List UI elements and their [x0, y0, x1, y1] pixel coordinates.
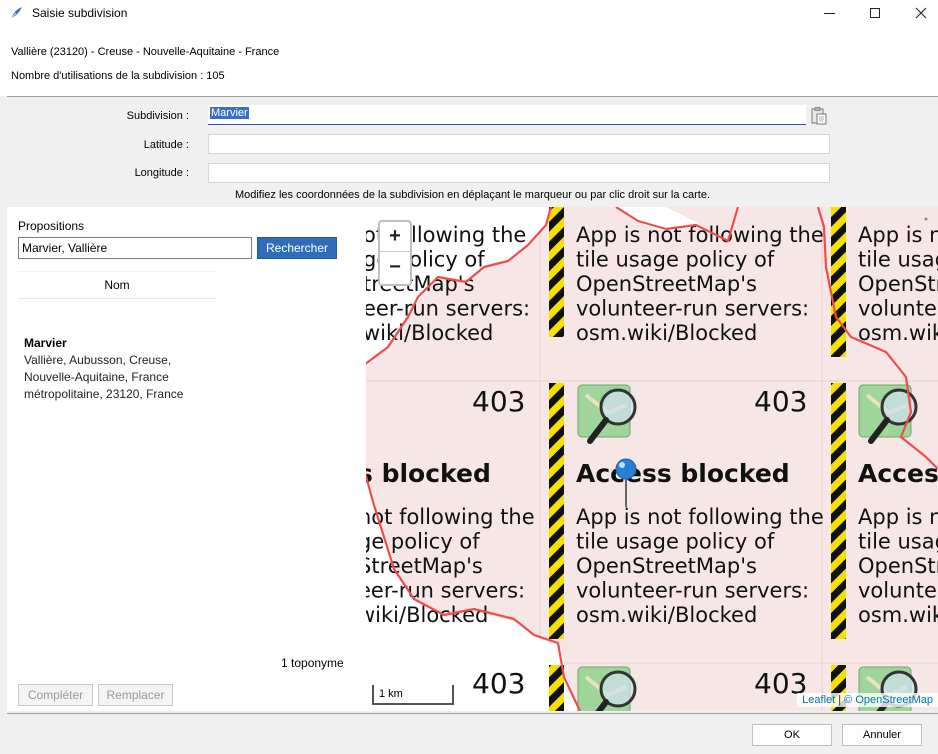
- window-title: Saisie subdivision: [32, 6, 128, 20]
- attribution-separator: |: [838, 694, 842, 706]
- zoom-in-button[interactable]: +: [380, 222, 410, 252]
- tile-message-text: osm.wiki/Blocked: [576, 603, 757, 627]
- tile-message-text: osm.wiki/Blocked: [576, 321, 757, 345]
- tile-message-text: volunte: [858, 297, 937, 321]
- map-dot: [924, 217, 928, 221]
- tile-message-text: OpenStreetMap's: [576, 272, 757, 296]
- zoom-out-button[interactable]: −: [380, 252, 410, 282]
- column-header-name[interactable]: Nom: [18, 271, 216, 299]
- tile-message-text: App is not: [858, 505, 938, 529]
- map-attribution: Leaflet | © OpenStreetMap: [797, 693, 938, 707]
- tile-message-text: OpenStr: [858, 554, 938, 578]
- subdivision-input[interactable]: Marvier: [208, 105, 806, 125]
- tile-message-text: not following the: [366, 505, 535, 529]
- complete-button[interactable]: Compléter: [18, 684, 93, 706]
- tile-heading-text: Access blocked: [576, 459, 790, 488]
- tile-message-text: StreetMap's: [366, 554, 483, 578]
- title-bar: Saisie subdivision: [0, 0, 938, 26]
- tile-message-text: wiki/Blocked: [366, 321, 493, 345]
- propositions-panel: Propositions Marvier, Vallière Recherche…: [7, 207, 366, 711]
- zoom-control: + −: [378, 220, 412, 286]
- result-title: Marvier: [24, 336, 67, 350]
- hazard-stripe: [549, 665, 564, 711]
- tile-message-text: tile usag: [858, 248, 938, 272]
- map-view[interactable]: ot following the ge policy of treetMap's ee…: [366, 207, 938, 711]
- close-icon: [915, 7, 927, 19]
- replace-button[interactable]: Remplacer: [98, 684, 173, 706]
- map-hint-text: Modifiez les coordonnées de la subdivisi…: [234, 189, 711, 201]
- tile-message-text: volunte: [858, 579, 937, 603]
- hazard-stripe: [549, 207, 564, 337]
- tile-message-text: osm.wiki: [858, 603, 938, 627]
- minimize-button[interactable]: [806, 0, 852, 26]
- hazard-stripe: [549, 383, 564, 639]
- subdivision-selected-text: Marvier: [210, 107, 249, 119]
- search-input[interactable]: Marvier, Vallière: [18, 237, 252, 259]
- location-text: Vallière (23120) - Creuse - Nouvelle-Aqu…: [11, 46, 280, 58]
- maximize-icon: [870, 8, 880, 18]
- minimize-icon: [823, 12, 835, 14]
- tile-message-text: volunteer-run servers:: [576, 579, 809, 603]
- ok-button[interactable]: OK: [752, 724, 832, 746]
- tile-heading-text: Access: [858, 459, 938, 488]
- tile-message-text: OpenStr: [858, 272, 938, 296]
- app-feather-icon: [10, 7, 22, 20]
- tile-message-text: osm.wiki: [858, 321, 938, 345]
- close-button[interactable]: [898, 0, 938, 26]
- usage-count-text: Nombre d'utilisations de la subdivision …: [11, 70, 225, 82]
- tile-message-text: App is not following the: [576, 505, 824, 529]
- result-address: Vallière, Aubusson, Creuse, Nouvelle-Aqu…: [24, 353, 184, 401]
- longitude-label: Longitude :: [134, 167, 189, 179]
- latitude-input[interactable]: [208, 134, 830, 154]
- map-tiles: ot following thege policy oftreetMap'see…: [366, 207, 938, 711]
- hazard-stripe: [831, 383, 846, 639]
- search-button[interactable]: Rechercher: [257, 237, 337, 259]
- propositions-label: Propositions: [18, 219, 85, 233]
- leaflet-link[interactable]: Leaflet: [802, 694, 835, 706]
- coordinates-form: Subdivision : Marvier Latitude : Longitu…: [7, 97, 938, 205]
- tile-message-text: tile usag: [858, 530, 938, 554]
- tile-code-text: 403: [472, 385, 525, 418]
- tile-message-text: tile usage policy of: [576, 248, 775, 272]
- tile-heading-text: s blocked: [366, 459, 491, 488]
- paste-icon[interactable]: [811, 107, 827, 125]
- tile-code-text: 403: [472, 667, 525, 700]
- maximize-button[interactable]: [852, 0, 898, 26]
- tile-message-text: OpenStreetMap's: [576, 554, 757, 578]
- tile-message-text: App is not: [858, 223, 938, 247]
- tile-message-text: eer-run servers:: [366, 297, 530, 321]
- osm-link[interactable]: © OpenStreetMap: [844, 694, 933, 706]
- map-marker-icon: [615, 458, 637, 480]
- dialog-footer: OK Annuler: [0, 714, 938, 754]
- scale-bar: 1 km: [372, 685, 454, 705]
- tile-message-text: eer-run servers:: [366, 579, 525, 603]
- cancel-button[interactable]: Annuler: [842, 724, 922, 746]
- hazard-stripe: [831, 207, 846, 357]
- tile-message-text: tile usage policy of: [576, 530, 775, 554]
- map-marker-highlight: [619, 462, 625, 468]
- latitude-label: Latitude :: [143, 139, 189, 151]
- toponym-count: 1 toponyme: [281, 656, 344, 670]
- tile-code-text: 403: [754, 385, 807, 418]
- info-header: Vallière (23120) - Creuse - Nouvelle-Aqu…: [0, 26, 938, 96]
- subdivision-label: Subdivision :: [126, 110, 189, 122]
- longitude-input[interactable]: [208, 163, 830, 183]
- tile-message-text: volunteer-run servers:: [576, 297, 809, 321]
